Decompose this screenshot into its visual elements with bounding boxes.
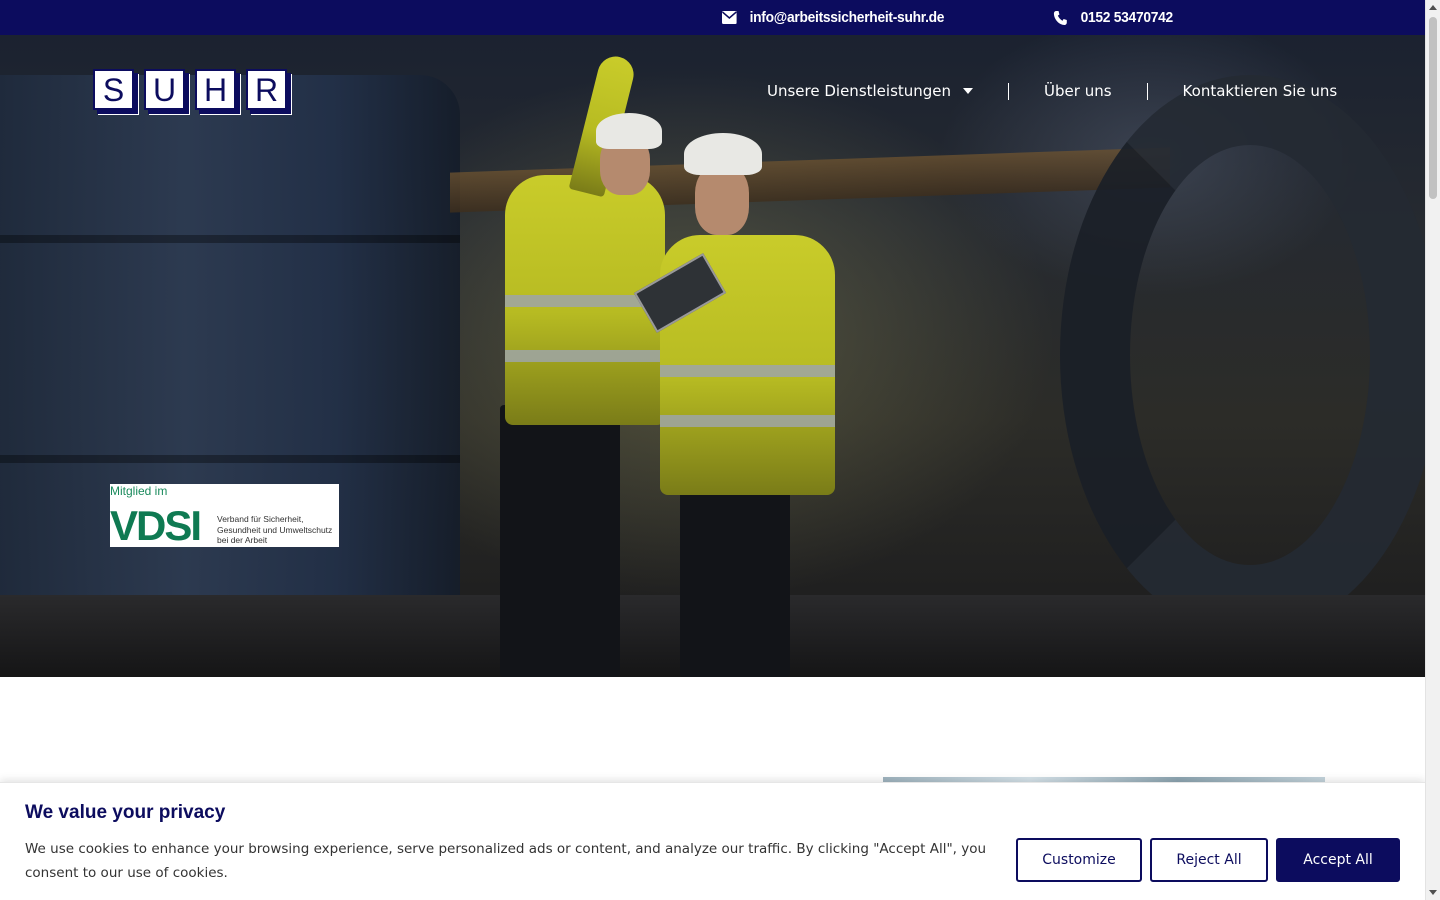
logo-letter: S <box>93 69 134 110</box>
hero-section <box>0 35 1425 677</box>
nav-item-services[interactable]: Unsere Dienstleistungen <box>767 82 974 100</box>
badge-acronym: VDSI <box>110 502 202 547</box>
top-contact-bar: info@arbeitssicherheit-suhr.de 0152 5347… <box>0 0 1425 35</box>
phone-icon <box>1053 10 1068 26</box>
envelope-icon <box>722 11 737 24</box>
badge-description: Verband für Sicherheit, Gesundheit und U… <box>217 514 333 545</box>
email-link[interactable]: info@arbeitssicherheit-suhr.de <box>722 0 944 35</box>
hero-background-pipe <box>1060 75 1425 635</box>
worker-helmet <box>684 133 762 175</box>
cookie-title: We value your privacy <box>25 802 226 823</box>
nav-divider <box>1146 82 1148 100</box>
hero-background-detail <box>0 235 460 243</box>
caret-down-icon <box>963 88 974 94</box>
reject-all-button[interactable]: Reject All <box>1150 838 1268 882</box>
badge-member-text: Mitglied im <box>110 484 168 498</box>
site-logo[interactable]: S U H R <box>93 69 287 110</box>
hero-background-tank <box>0 75 460 677</box>
logo-letter: R <box>246 69 287 110</box>
accept-all-button[interactable]: Accept All <box>1276 838 1400 882</box>
scrollbar-thumb[interactable] <box>1429 17 1437 199</box>
phone-link[interactable]: 0152 53470742 <box>1053 0 1173 35</box>
phone-text: 0152 53470742 <box>1080 9 1174 26</box>
scroll-down-arrow-icon[interactable] <box>1429 890 1437 895</box>
worker-face <box>695 165 749 235</box>
customize-button[interactable]: Customize <box>1016 838 1142 882</box>
main-navigation: Unsere Dienstleistungen Über uns Kontakt… <box>767 78 1337 104</box>
page-scrollbar[interactable] <box>1425 0 1440 900</box>
nav-item-about[interactable]: Über uns <box>1044 82 1112 100</box>
nav-item-label: Unsere Dienstleistungen <box>767 82 952 100</box>
nav-item-label: Kontaktieren Sie uns <box>1182 82 1338 100</box>
worker-helmet <box>596 113 662 149</box>
cookie-consent-banner: We value your privacy We use cookies to … <box>0 782 1425 900</box>
nav-item-label: Über uns <box>1044 82 1112 100</box>
email-text: info@arbeitssicherheit-suhr.de <box>749 9 945 26</box>
worker-legs <box>500 405 620 677</box>
hero-background-detail <box>0 455 460 463</box>
logo-letter: U <box>144 69 185 110</box>
cookie-text: We use cookies to enhance your browsing … <box>25 841 987 881</box>
nav-item-contact[interactable]: Kontaktieren Sie uns <box>1183 82 1338 100</box>
vdsi-membership-badge: Mitglied im VDSI Verband für Sicherheit,… <box>110 484 339 547</box>
nav-divider <box>1008 82 1010 100</box>
scroll-up-arrow-icon[interactable] <box>1429 5 1437 10</box>
logo-letter: H <box>195 69 236 110</box>
